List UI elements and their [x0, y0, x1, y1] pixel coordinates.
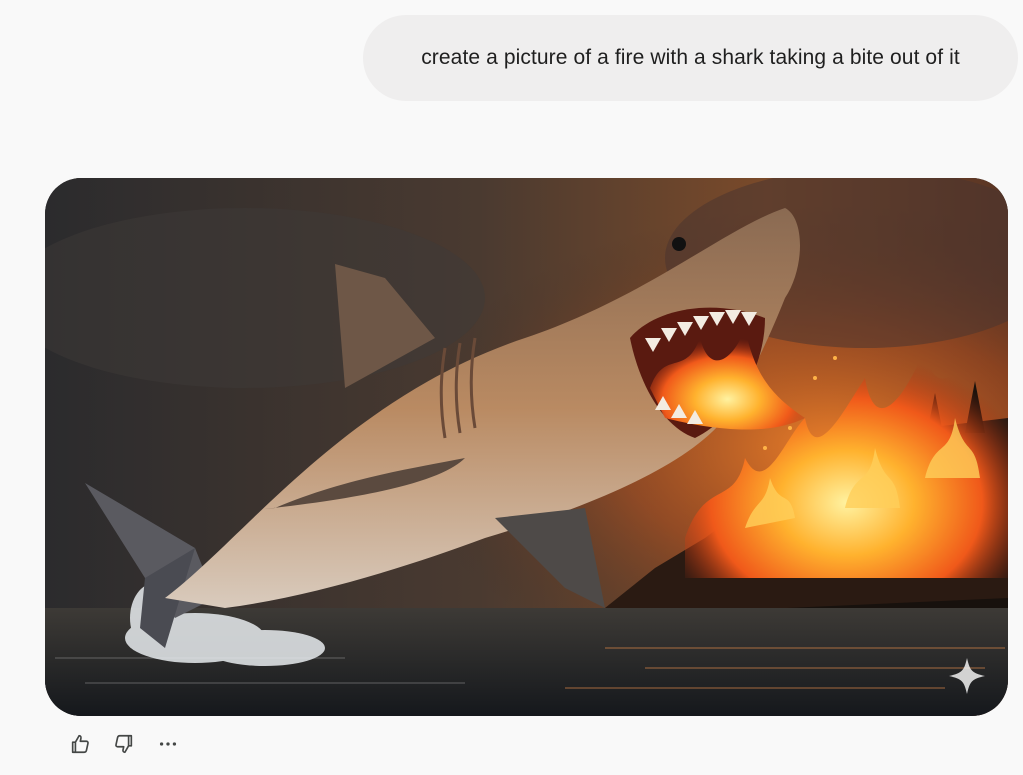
more-options-button[interactable]	[154, 730, 182, 758]
generated-image[interactable]	[45, 178, 1008, 716]
thumbs-down-icon	[115, 734, 133, 754]
thumbs-up-icon	[71, 734, 89, 754]
user-message-text: create a picture of a fire with a shark …	[421, 46, 960, 69]
shark-fire-illustration	[45, 178, 1008, 716]
more-options-icon	[159, 742, 177, 746]
response-actions	[66, 728, 182, 760]
thumbs-down-button[interactable]	[110, 730, 138, 758]
user-message-bubble: create a picture of a fire with a shark …	[363, 15, 1018, 101]
thumbs-up-button[interactable]	[66, 730, 94, 758]
